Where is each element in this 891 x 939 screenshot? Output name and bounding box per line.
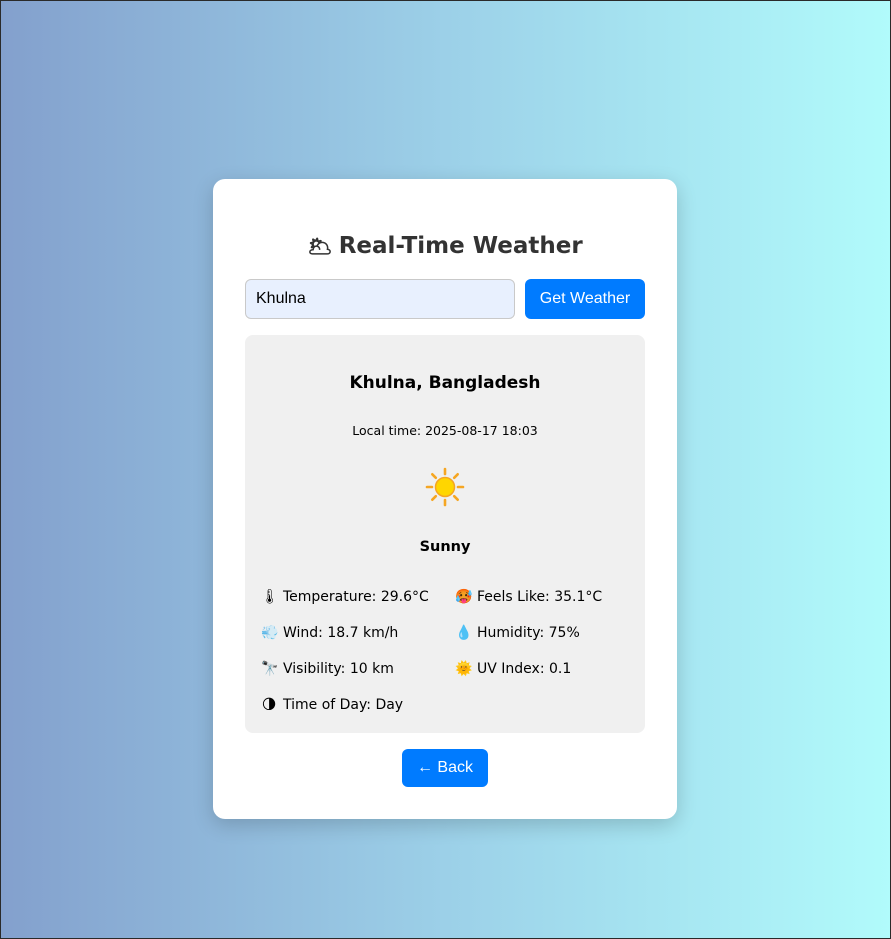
city-search-input[interactable] bbox=[245, 279, 515, 319]
time-of-day-text: Time of Day: Day bbox=[283, 697, 404, 713]
feels-like-detail: 🥵 Feels Like: 35.1°C bbox=[455, 589, 602, 605]
visibility-detail: 🔭 Visibility: 10 km bbox=[261, 661, 394, 677]
weather-result-panel: Khulna, Bangladesh Local time: 2025-08-1… bbox=[245, 335, 645, 733]
wind-text: Wind: 18.7 km/h bbox=[283, 625, 399, 641]
local-time: Local time: 2025-08-17 18:03 bbox=[352, 423, 538, 438]
visibility-text: Visibility: 10 km bbox=[283, 661, 394, 677]
humidity-text: Humidity: 75% bbox=[477, 625, 580, 641]
feels-like-text: Feels Like: 35.1°C bbox=[477, 589, 603, 605]
weather-card: 🌥Real-Time Weather Get Weather Khulna, B… bbox=[213, 179, 677, 819]
sun-icon bbox=[425, 467, 465, 507]
wind-icon: 💨 bbox=[261, 625, 279, 641]
telescope-icon: 🔭 bbox=[261, 661, 279, 677]
humidity-detail: 💧 Humidity: 75% bbox=[455, 625, 580, 641]
back-button[interactable]: ← Back bbox=[402, 749, 488, 787]
get-weather-button[interactable]: Get Weather bbox=[525, 279, 645, 319]
location-name: Khulna, Bangladesh bbox=[349, 373, 541, 393]
temperature-text: Temperature: 29.6°C bbox=[283, 589, 429, 605]
temperature-detail: 🌡 Temperature: 29.6°C bbox=[261, 589, 429, 605]
weather-condition: Sunny bbox=[419, 539, 471, 555]
half-moon-icon: 🌗 bbox=[261, 697, 277, 713]
feels-like-face-icon: 🥵 bbox=[455, 589, 473, 605]
uv-index-detail: 🌞 UV Index: 0.1 bbox=[455, 661, 571, 677]
app-title: 🌥 Real-Time Weather bbox=[213, 233, 677, 259]
thermometer-icon: 🌡 bbox=[261, 589, 279, 605]
droplet-icon: 💧 bbox=[455, 625, 473, 641]
time-of-day-detail: 🌗 Time of Day: Day bbox=[261, 697, 403, 713]
app-title-text: Real-Time Weather bbox=[338, 233, 583, 259]
wind-detail: 💨 Wind: 18.7 km/h bbox=[261, 625, 398, 641]
sun-face-icon: 🌞 bbox=[455, 661, 473, 677]
cloud-sun-icon: 🌥 bbox=[307, 234, 333, 258]
uv-index-text: UV Index: 0.1 bbox=[477, 661, 572, 677]
